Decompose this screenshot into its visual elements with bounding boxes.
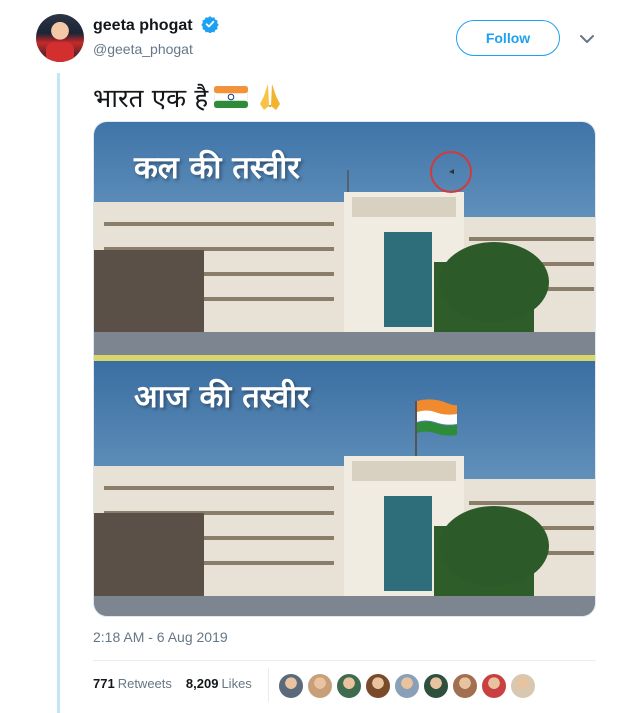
retweets-count: 771 [93, 676, 115, 691]
tweet-timestamp[interactable]: 2:18 AM - 6 Aug 2019 [93, 629, 228, 645]
retweets-label: Retweets [117, 676, 172, 691]
engagement-stats: 771 Retweets 8,209 Likes [93, 676, 252, 691]
tweet-image[interactable]: कल की तस्वीर आज की तस्वीर [93, 121, 596, 617]
liker-avatar[interactable] [394, 673, 420, 699]
avatar-figure [46, 42, 74, 62]
follow-button[interactable]: Follow [456, 20, 560, 56]
before-caption: कल की तस्वीर [134, 150, 300, 186]
liker-avatar[interactable] [423, 673, 449, 699]
after-photo-panel: आज की तस्वीर [94, 361, 595, 616]
author-name[interactable]: geeta phogat [93, 15, 219, 35]
retweets-stat[interactable]: 771 Retweets [93, 676, 172, 691]
likes-stat[interactable]: 8,209 Likes [186, 676, 252, 691]
chevron-down-icon[interactable] [578, 30, 596, 48]
liker-avatar[interactable] [336, 673, 362, 699]
india-flag-photo [417, 399, 457, 436]
display-name[interactable]: geeta phogat [93, 17, 193, 34]
liker-avatar[interactable] [278, 673, 304, 699]
author-handle[interactable]: @geeta_phogat [93, 41, 193, 57]
likes-count: 8,209 [185, 676, 219, 691]
liker-avatar[interactable] [510, 673, 536, 699]
verified-badge-icon [201, 16, 219, 33]
tweet-body: भारत एक है [93, 84, 209, 114]
liker-avatar[interactable] [365, 673, 391, 699]
folded-hands-icon [260, 84, 281, 110]
liker-avatar[interactable] [481, 673, 507, 699]
before-photo-panel: कल की तस्वीर [94, 122, 595, 355]
avatar[interactable] [36, 14, 84, 62]
divider [93, 660, 596, 661]
liker-avatars [278, 673, 536, 699]
india-flag-icon [214, 86, 249, 108]
thread-line [57, 73, 60, 713]
tweet-text: भारत एक है [93, 79, 286, 115]
after-caption: आज की तस्वीर [134, 379, 310, 415]
liker-avatar[interactable] [452, 673, 478, 699]
stats-divider [268, 668, 269, 702]
likes-label: Likes [221, 676, 252, 691]
liker-avatar[interactable] [307, 673, 333, 699]
